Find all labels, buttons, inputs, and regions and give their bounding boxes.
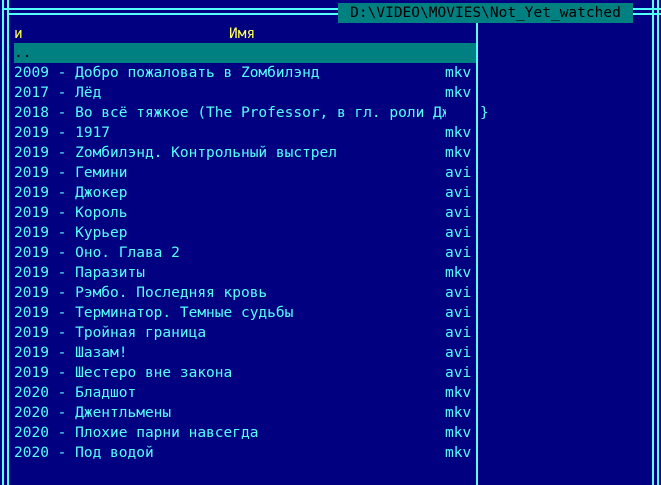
- panel-frame-right-outer: [657, 0, 659, 485]
- file-extension: avi: [445, 305, 472, 321]
- file-row[interactable]: 2019 - Рэмбо. Последняя кровь avi: [14, 283, 476, 303]
- file-name: 2009 - Добро пожаловать в Zомбилэнд: [14, 65, 320, 81]
- file-name: 2018 - Во всё тяжкое (The Professor, в г…: [14, 105, 446, 121]
- file-row[interactable]: 2019 - Терминатор. Темные судьбы avi: [14, 303, 476, 323]
- file-row[interactable]: 2020 - Бладшот mkv: [14, 383, 476, 403]
- file-name: 2020 - Плохие парни навсегда: [14, 425, 259, 441]
- file-row[interactable]: 2009 - Добро пожаловать в Zомбилэнд mkv: [14, 63, 476, 83]
- column-header-left[interactable]: и: [14, 24, 23, 44]
- file-name: 2019 - Терминатор. Темные судьбы: [14, 305, 294, 321]
- file-row[interactable]: 2019 - Тройная граница avi: [14, 323, 476, 343]
- file-extension: avi: [445, 165, 472, 181]
- file-row[interactable]: 2019 - Zомбилэнд. Контрольный выстрел mkv: [14, 143, 476, 163]
- file-row[interactable]: 2020 - Джентльмены mkv: [14, 403, 476, 423]
- file-name: 2019 - Рэмбо. Последняя кровь: [14, 285, 268, 301]
- file-row[interactable]: 2019 - 1917 mkv: [14, 123, 476, 143]
- file-row[interactable]: 2019 - Гемини avi: [14, 163, 476, 183]
- file-row[interactable]: 2019 - Шестеро вне закона avi: [14, 363, 476, 383]
- file-name: 2019 - Курьер: [14, 225, 128, 241]
- file-row[interactable]: 2019 - Паразиты mkv: [14, 263, 476, 283]
- panel-frame-left-inner: [7, 0, 9, 485]
- file-name: 2019 - Шазам!: [14, 345, 128, 361]
- file-extension: mkv: [445, 265, 472, 281]
- file-row[interactable]: 2019 - Шазам! avi: [14, 343, 476, 363]
- file-row[interactable]: 2019 - Оно. Глава 2 avi: [14, 243, 476, 263]
- file-name: 2019 - Шестеро вне закона: [14, 365, 233, 381]
- file-row[interactable]: 2020 - Под водой mkv: [14, 443, 476, 463]
- file-row[interactable]: 2019 - Король avi: [14, 203, 476, 223]
- panel-frame-left-outer: [2, 0, 4, 485]
- file-extension: avi: [445, 225, 472, 241]
- file-extension: mkv: [445, 125, 472, 141]
- file-extension: avi: [445, 205, 472, 221]
- file-list: .. 2009 - Добро пожаловать в Zомбилэнд mk…: [14, 43, 489, 463]
- file-name: 2019 - Гемини: [14, 165, 128, 181]
- up-dir-label: ..: [14, 45, 32, 61]
- file-name: 2020 - Бладшот: [14, 385, 137, 401]
- file-extension: avi: [445, 185, 472, 201]
- file-name: 2019 - Zомбилэнд. Контрольный выстрел: [14, 145, 338, 161]
- panel-path-title[interactable]: D:\VIDEO\MOVIES\Not_Yet_watched: [338, 3, 633, 23]
- file-name: 2017 - Лёд: [14, 85, 102, 101]
- file-extension: mkv: [445, 425, 472, 441]
- file-extension: mkv: [445, 85, 472, 101]
- file-extension: avi: [445, 345, 472, 361]
- file-extension: mkv: [445, 145, 472, 161]
- file-extension: avi: [445, 245, 472, 261]
- name-overflow-marker: }: [480, 105, 489, 121]
- file-extension: avi: [445, 365, 472, 381]
- file-name: 2019 - Тройная граница: [14, 325, 207, 341]
- file-panel: D:\VIDEO\MOVIES\Not_Yet_watched и Имя ..…: [0, 0, 661, 485]
- file-name: 2020 - Джентльмены: [14, 405, 172, 421]
- file-row[interactable]: 2018 - Во всё тяжкое (The Professor, в г…: [14, 103, 489, 123]
- file-name: 2019 - Оно. Глава 2: [14, 245, 180, 261]
- file-extension: mkv: [445, 385, 472, 401]
- file-name: 2019 - Король: [14, 205, 128, 221]
- file-name: 2019 - Джокер: [14, 185, 128, 201]
- column-header-name[interactable]: Имя: [229, 24, 255, 44]
- file-extension: mkv: [445, 65, 472, 81]
- file-extension: avi: [445, 285, 472, 301]
- file-row[interactable]: 2020 - Плохие парни навсегда mkv: [14, 423, 476, 443]
- file-extension: mkv: [445, 405, 472, 421]
- file-extension: avi: [445, 325, 472, 341]
- file-row[interactable]: 2017 - Лёд mkv: [14, 83, 476, 103]
- file-row[interactable]: 2019 - Джокер avi: [14, 183, 476, 203]
- file-name: 2020 - Под водой: [14, 445, 154, 461]
- column-divider: [476, 13, 478, 485]
- file-row[interactable]: 2019 - Курьер avi: [14, 223, 476, 243]
- file-name: 2019 - Паразиты: [14, 265, 145, 281]
- up-dir-row[interactable]: ..: [14, 43, 476, 63]
- panel-frame-right-inner: [652, 0, 654, 485]
- file-name: 2019 - 1917: [14, 125, 111, 141]
- file-extension: mkv: [445, 445, 472, 461]
